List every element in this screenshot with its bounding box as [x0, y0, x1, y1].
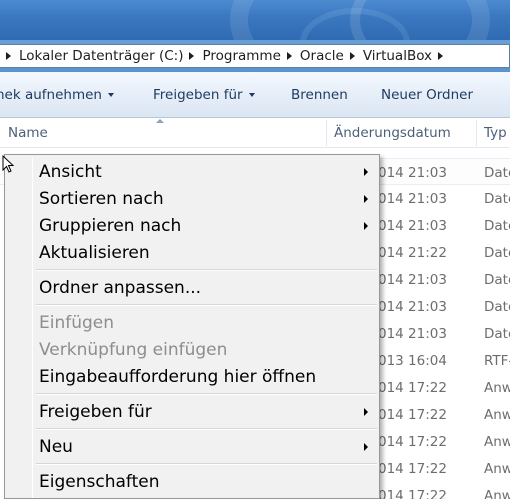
submenu-arrow-icon: [364, 168, 368, 176]
menu-item-sort-by[interactable]: Sortieren nach: [7, 185, 377, 212]
menu-item-open-command-prompt[interactable]: Eingabeaufforderung hier öffnen: [7, 363, 377, 390]
menu-item-new[interactable]: Neu: [7, 433, 377, 460]
address-bar: Lokaler Datenträger (C:) Programme Oracl…: [0, 40, 510, 72]
column-header-name[interactable]: Name: [8, 118, 48, 148]
context-menu: Ansicht Sortieren nach Gruppieren nach A…: [4, 154, 380, 499]
menu-item-paste-shortcut: Verknüpfung einfügen: [39, 339, 228, 360]
breadcrumb-item-programme[interactable]: Programme: [183, 45, 281, 67]
breadcrumb-item-oracle[interactable]: Oracle: [281, 45, 344, 67]
menu-separator: [36, 269, 377, 271]
breadcrumb-chevron-icon[interactable]: [438, 52, 444, 60]
submenu-arrow-icon: [364, 222, 368, 230]
window-titlebar[interactable]: [0, 0, 510, 40]
column-divider[interactable]: [476, 120, 477, 146]
menu-item-customize-folder[interactable]: Ordner anpassen...: [7, 274, 377, 301]
breadcrumb-item-drive[interactable]: Lokaler Datenträger (C:): [0, 45, 183, 67]
menu-item-refresh[interactable]: Aktualisieren: [7, 239, 377, 266]
breadcrumb-chevron-icon[interactable]: [189, 52, 195, 60]
column-header-date[interactable]: Änderungsdatum: [334, 118, 451, 148]
menu-item-share-with[interactable]: Freigeben für: [7, 398, 377, 425]
column-header: Name Änderungsdatum Typ: [0, 118, 510, 148]
submenu-arrow-icon: [364, 443, 368, 451]
breadcrumb-item-virtualbox[interactable]: VirtualBox: [344, 45, 432, 67]
breadcrumb-item-end[interactable]: [432, 45, 451, 67]
chevron-down-icon: [248, 93, 255, 97]
breadcrumb-chevron-icon[interactable]: [349, 52, 355, 60]
command-toolbar: hek aufnehmen Freigeben für Brennen Neue…: [0, 72, 510, 118]
include-in-library-button[interactable]: hek aufnehmen: [0, 72, 114, 118]
menu-separator: [36, 463, 377, 465]
column-header-type[interactable]: Typ: [484, 118, 507, 148]
new-folder-button[interactable]: Neuer Ordner: [381, 72, 473, 118]
column-divider[interactable]: [326, 120, 327, 146]
breadcrumb[interactable]: Lokaler Datenträger (C:) Programme Oracl…: [0, 44, 510, 68]
menu-separator: [36, 428, 377, 430]
menu-separator: [36, 304, 377, 306]
menu-separator: [36, 393, 377, 395]
burn-button[interactable]: Brennen: [291, 72, 348, 118]
submenu-arrow-icon: [364, 195, 368, 203]
menu-item-properties[interactable]: Eigenschaften: [7, 468, 377, 495]
share-with-button[interactable]: Freigeben für: [153, 72, 255, 118]
chevron-down-icon: [107, 93, 114, 97]
menu-item-paste: Einfügen: [39, 312, 115, 333]
menu-item-group-by[interactable]: Gruppieren nach: [7, 212, 377, 239]
mouse-pointer-icon: [2, 155, 15, 173]
submenu-arrow-icon: [364, 408, 368, 416]
breadcrumb-chevron-icon[interactable]: [6, 52, 11, 60]
breadcrumb-chevron-icon[interactable]: [286, 52, 292, 60]
sort-indicator-icon: [156, 119, 164, 123]
menu-item-view[interactable]: Ansicht: [7, 158, 377, 185]
